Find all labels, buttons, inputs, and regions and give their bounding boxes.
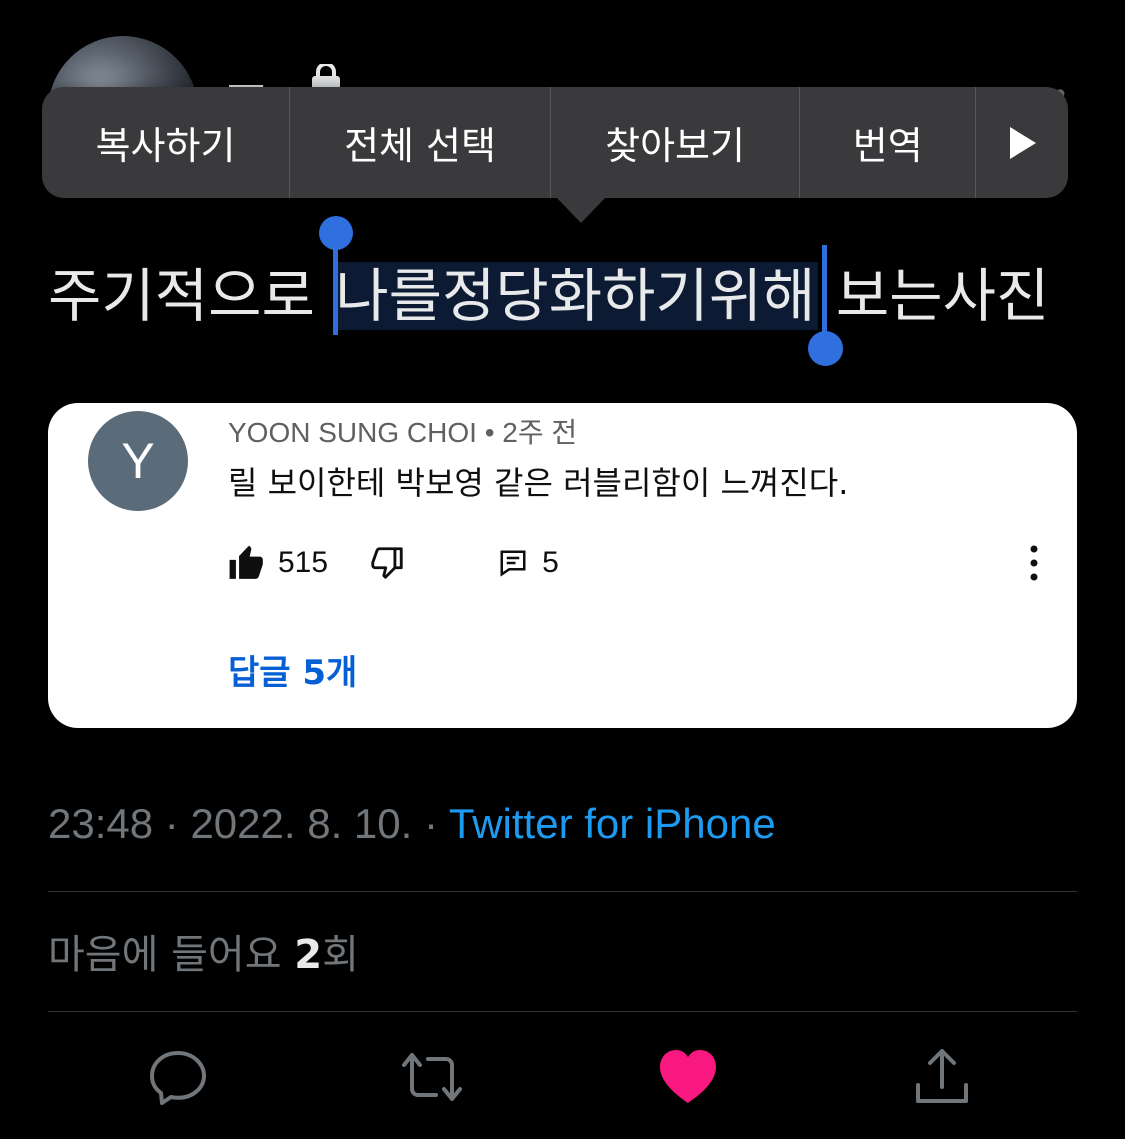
comment-header: YOON SUNG CHOI • 2주 전: [228, 411, 577, 451]
comment-avatar: Y: [88, 411, 188, 511]
copy-menu-item[interactable]: 복사하기: [42, 87, 291, 198]
select-all-menu-item[interactable]: 전체 선택: [290, 87, 552, 198]
reply-comment-icon: [500, 550, 526, 577]
likes-prefix: 마음에 들어요: [48, 932, 295, 978]
reply-icon[interactable]: [146, 1045, 210, 1109]
meta-separator: ·: [153, 800, 191, 847]
meta-separator: ·: [412, 800, 449, 847]
kebab-menu-icon: [1030, 545, 1038, 581]
tweet-date: 2022. 8. 10.: [190, 800, 413, 847]
likes-count-row[interactable]: 마음에 들어요 2회: [48, 922, 359, 980]
tweet-meta: 23:48 · 2022. 8. 10. · Twitter for iPhon…: [48, 800, 776, 848]
likes-suffix: 회: [322, 932, 359, 978]
divider: [48, 891, 1077, 892]
comment-like-count: 515: [278, 546, 329, 579]
comment-replies-link: 답글 5개: [228, 653, 358, 693]
tweet-source-link[interactable]: Twitter for iPhone: [449, 800, 776, 847]
comment-body: 릴 보이한테 박보영 같은 러블리함이 느껴진다.: [228, 464, 849, 502]
selection-start-bar: [333, 245, 338, 335]
comment-separator: •: [476, 417, 503, 448]
context-menu-pointer: [556, 197, 606, 223]
likes-count: 2: [294, 932, 323, 978]
comment-reply-count: 5: [542, 546, 559, 579]
comment-actions: 515 5: [228, 543, 559, 583]
tweet-text-before: 주기적으로: [48, 262, 334, 330]
tweet-text-after: 보는사진: [817, 262, 1050, 330]
translate-menu-item[interactable]: 번역: [800, 87, 977, 198]
comment-time: 2주 전: [502, 417, 578, 448]
text-context-menu: 복사하기 전체 선택 찾아보기 번역: [42, 87, 1068, 198]
selected-text[interactable]: 나를정당화하기위해: [333, 262, 818, 330]
selection-end-bar: [822, 245, 827, 335]
tweet-text[interactable]: 주기적으로 나를정당화하기위해 보는사진: [48, 258, 1049, 334]
more-menu-button[interactable]: [976, 87, 1068, 198]
play-right-icon: [1010, 126, 1037, 159]
selection-end-handle[interactable]: [808, 331, 843, 366]
look-up-menu-item[interactable]: 찾아보기: [551, 87, 801, 198]
share-icon[interactable]: [910, 1045, 974, 1109]
heart-icon[interactable]: [656, 1045, 720, 1109]
embedded-image-card[interactable]: Y YOON SUNG CHOI • 2주 전 릴 보이한테 박보영 같은 러블…: [48, 403, 1077, 728]
divider: [48, 1011, 1077, 1012]
thumbs-down-icon: [371, 547, 403, 579]
comment-author: YOON SUNG CHOI: [228, 417, 477, 448]
thumbs-up-icon: [229, 545, 263, 579]
retweet-icon[interactable]: [400, 1045, 464, 1109]
tweet-time: 23:48: [48, 800, 154, 847]
